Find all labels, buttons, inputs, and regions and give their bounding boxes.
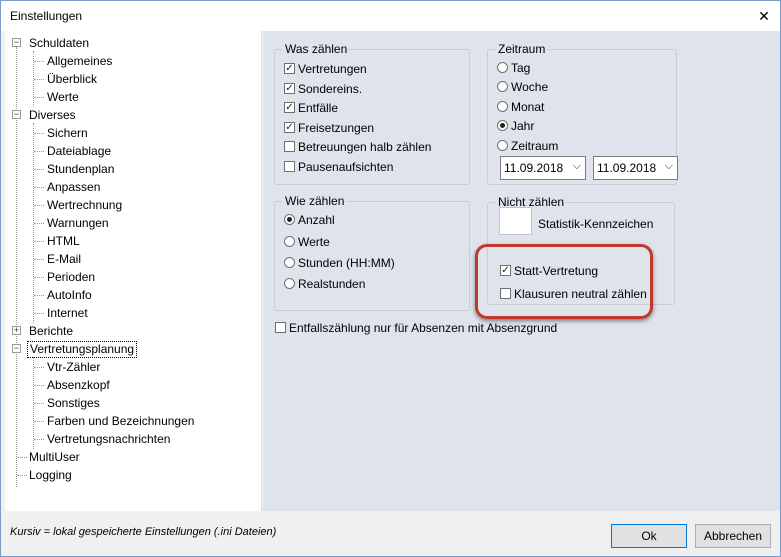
checkbox-icon (284, 141, 295, 152)
tree-item-vtr-zaehler[interactable]: Vtr-Zähler (45, 358, 102, 376)
radio-icon (284, 236, 295, 247)
checkbox-icon (275, 322, 286, 333)
window-title: Einstellungen (10, 9, 83, 23)
radio-icon (497, 120, 508, 131)
tree-item-sonstiges[interactable]: Sonstiges (45, 394, 102, 412)
date-from-picker[interactable]: 11.09.2018 ⌵ (500, 156, 586, 180)
statistik-kennzeichen-input[interactable] (499, 207, 532, 235)
status-bar: Kursiv = lokal gespeicherte Einstellunge… (1, 511, 780, 556)
radio-icon (284, 278, 295, 289)
tree-item-ueberblick[interactable]: Überblick (45, 70, 99, 88)
group-legend: Zeitraum (496, 42, 548, 56)
tree-item-perioden[interactable]: Perioden (45, 268, 97, 286)
chevron-down-icon[interactable]: ⌵ (665, 160, 673, 173)
radio-icon (497, 101, 508, 112)
date-to-picker[interactable]: 11.09.2018 ⌵ (593, 156, 678, 180)
chevron-down-icon[interactable]: ⌵ (573, 160, 581, 173)
checkbox-icon: ✓ (284, 102, 295, 113)
tree-item-wertrechnung[interactable]: Wertrechnung (45, 196, 124, 214)
title-bar: Einstellungen ✕ (1, 1, 780, 31)
group-legend: Wie zählen (283, 194, 347, 208)
tree-item-vertretungsplanung[interactable]: Vertretungsplanung (27, 340, 138, 358)
radio-icon (497, 81, 508, 92)
tree-item-werte[interactable]: Werte (45, 88, 81, 106)
date-from-value: 11.09.2018 (504, 161, 564, 175)
close-icon[interactable]: ✕ (754, 6, 774, 26)
tree-item-berichte[interactable]: Berichte (27, 322, 75, 340)
tree-item-logging[interactable]: Logging (27, 466, 74, 484)
group-legend: Was zählen (283, 42, 350, 56)
expand-icon[interactable]: + (12, 326, 21, 335)
statistik-kennzeichen-label: Statistik-Kennzeichen (538, 217, 654, 231)
tree-item-allgemeines[interactable]: Allgemeines (45, 52, 114, 70)
tree-item-sichern[interactable]: Sichern (45, 124, 90, 142)
tree-item-anpassen[interactable]: Anpassen (45, 178, 102, 196)
collapse-icon[interactable]: − (12, 344, 21, 353)
settings-tree[interactable]: − Schuldaten Allgemeines Überblick Werte… (5, 31, 262, 511)
collapse-icon[interactable]: − (12, 110, 21, 119)
ok-button[interactable]: Ok (611, 524, 687, 548)
highlight-annotation (475, 244, 653, 319)
radio-icon (497, 62, 508, 73)
tree-item-multiuser[interactable]: MultiUser (27, 448, 82, 466)
tree-item-warnungen[interactable]: Warnungen (45, 214, 111, 232)
tree-item-dateiablage[interactable]: Dateiablage (45, 142, 113, 160)
checkbox-icon: ✓ (284, 122, 295, 133)
tree-item-farben[interactable]: Farben und Bezeichnungen (45, 412, 196, 430)
tree-item-email[interactable]: E-Mail (45, 250, 83, 268)
radio-icon (497, 140, 508, 151)
collapse-icon[interactable]: − (12, 38, 21, 47)
checkbox-icon: ✓ (284, 63, 295, 74)
settings-dialog: Einstellungen ✕ − Schuldaten Allgemeines… (0, 0, 781, 557)
radio-icon (284, 214, 295, 225)
tree-item-html[interactable]: HTML (45, 232, 82, 250)
tree-item-schuldaten[interactable]: Schuldaten (27, 34, 91, 52)
status-note: Kursiv = lokal gespeicherte Einstellunge… (10, 526, 277, 538)
cancel-button[interactable]: Abbrechen (695, 524, 771, 548)
date-to-value: 11.09.2018 (597, 161, 657, 175)
tree-item-stundenplan[interactable]: Stundenplan (45, 160, 116, 178)
radio-icon (284, 257, 295, 268)
tree-item-internet[interactable]: Internet (45, 304, 90, 322)
tree-item-autoinfo[interactable]: AutoInfo (45, 286, 94, 304)
checkbox-icon (284, 161, 295, 172)
tree-item-diverses[interactable]: Diverses (27, 106, 78, 124)
tree-item-vertretungsnachrichten[interactable]: Vertretungsnachrichten (45, 430, 172, 448)
checkbox-icon: ✓ (284, 83, 295, 94)
tree-item-absenzkopf[interactable]: Absenzkopf (45, 376, 112, 394)
